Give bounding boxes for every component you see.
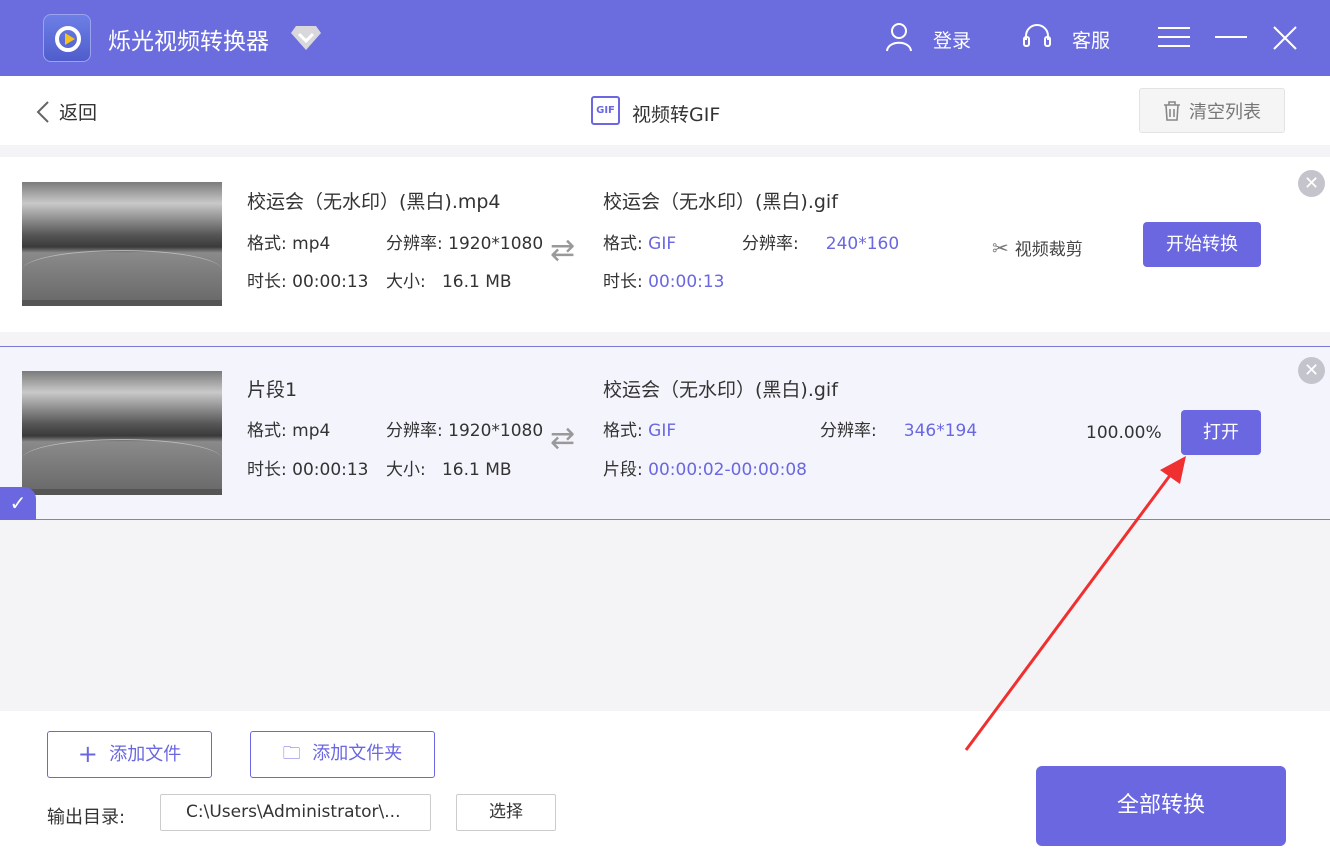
trim-video-label: 视频裁剪 <box>1014 240 1083 260</box>
output-duration-value: 00:00:13 <box>648 272 725 292</box>
output-format-value[interactable]: GIF <box>648 421 676 441</box>
clear-list-label: 清空列表 <box>1189 101 1261 123</box>
segment-label: 片段: <box>603 460 643 480</box>
file-row: ✓ 片段1 格式: mp4 分辨率: 1920*1080 时长: 00:00:1… <box>0 346 1330 520</box>
segment-value: 00:00:02-00:00:08 <box>648 460 807 480</box>
resolution-label: 分辨率: <box>386 421 443 441</box>
format-label: 格式: <box>247 421 287 441</box>
login-button[interactable]: 登录 <box>933 26 971 53</box>
back-label: 返回 <box>59 102 98 124</box>
resolution-value: 1920*1080 <box>448 234 544 254</box>
trash-icon <box>1164 100 1180 121</box>
trim-video-button[interactable]: ✂ 视频裁剪 <box>992 235 1083 261</box>
sub-header: 返回 GIF 视频转GIF 清空列表 <box>0 76 1330 145</box>
source-filename: 校运会（无水印）(黑白).mp4 <box>247 191 501 213</box>
open-button[interactable]: 打开 <box>1181 410 1261 455</box>
size-label: 大小: <box>386 272 426 292</box>
resolution-value: 1920*1080 <box>448 421 544 441</box>
format-value: mp4 <box>292 234 331 254</box>
video-thumbnail[interactable] <box>22 371 222 495</box>
output-format-label: 格式: <box>603 421 643 441</box>
title-bar: 烁光视频转换器 登录 客服 <box>0 0 1330 76</box>
headset-icon[interactable] <box>1022 24 1052 52</box>
output-dir-label: 输出目录: <box>47 807 126 828</box>
add-folder-label: 添加文件夹 <box>312 743 403 764</box>
gif-icon: GIF <box>591 96 620 125</box>
duration-value: 00:00:13 <box>292 272 369 292</box>
menu-icon[interactable] <box>1158 26 1190 48</box>
choose-dir-button[interactable]: 选择 <box>456 794 556 831</box>
user-icon[interactable] <box>885 22 913 52</box>
output-resolution-label: 分辨率: <box>742 234 799 254</box>
remove-item-icon[interactable]: ✕ <box>1298 357 1325 384</box>
start-convert-button[interactable]: 开始转换 <box>1143 222 1261 267</box>
scissors-icon: ✂ <box>992 235 1009 260</box>
resolution-label: 分辨率: <box>386 234 443 254</box>
minimize-icon[interactable] <box>1215 26 1247 48</box>
bottom-bar: + 添加文件 🗀 添加文件夹 输出目录: C:\Users\Administra… <box>0 711 1330 854</box>
selected-checkbox[interactable]: ✓ <box>0 487 36 520</box>
convert-all-button[interactable]: 全部转换 <box>1036 766 1286 846</box>
plus-icon: + <box>77 740 98 768</box>
add-folder-button[interactable]: 🗀 添加文件夹 <box>250 731 435 778</box>
format-value: mp4 <box>292 421 331 441</box>
output-format-value[interactable]: GIF <box>648 234 676 254</box>
video-thumbnail[interactable] <box>22 182 222 306</box>
service-button[interactable]: 客服 <box>1072 26 1110 53</box>
close-window-icon[interactable] <box>1273 26 1297 50</box>
duration-label: 时长: <box>247 460 287 480</box>
output-format-label: 格式: <box>603 234 643 254</box>
output-resolution-label: 分辨率: <box>820 421 877 441</box>
clear-list-button[interactable]: 清空列表 <box>1139 88 1285 133</box>
page-title: 视频转GIF <box>632 104 721 126</box>
chevron-left-icon <box>36 100 49 123</box>
output-resolution-value[interactable]: 240*160 <box>826 234 899 254</box>
output-duration-label: 时长: <box>603 272 643 292</box>
size-value: 16.1 MB <box>441 272 512 292</box>
output-resolution-value[interactable]: 346*194 <box>904 421 977 441</box>
shuffle-arrow-icon: ⇄ <box>550 233 576 268</box>
folder-icon: 🗀 <box>282 743 301 764</box>
output-filename: 校运会（无水印）(黑白).gif <box>603 379 838 401</box>
back-button[interactable]: 返回 <box>35 98 97 125</box>
size-value: 16.1 MB <box>441 460 512 480</box>
app-logo <box>43 14 91 62</box>
add-file-label: 添加文件 <box>109 744 182 765</box>
size-label: 大小: <box>386 460 426 480</box>
file-row: 校运会（无水印）(黑白).mp4 格式: mp4 分辨率: 1920*1080 … <box>0 157 1330 332</box>
duration-value: 00:00:13 <box>292 460 369 480</box>
vip-diamond-icon[interactable] <box>291 26 321 50</box>
duration-label: 时长: <box>247 272 287 292</box>
output-filename: 校运会（无水印）(黑白).gif <box>603 191 838 213</box>
format-label: 格式: <box>247 234 287 254</box>
shuffle-arrow-icon: ⇄ <box>550 421 576 456</box>
remove-item-icon[interactable]: ✕ <box>1298 170 1325 197</box>
app-title: 烁光视频转换器 <box>108 29 269 55</box>
output-dir-field[interactable]: C:\Users\Administrator\... <box>160 794 431 831</box>
progress-text: 100.00% <box>1086 423 1162 443</box>
add-file-button[interactable]: + 添加文件 <box>47 731 212 778</box>
source-filename: 片段1 <box>247 379 298 401</box>
